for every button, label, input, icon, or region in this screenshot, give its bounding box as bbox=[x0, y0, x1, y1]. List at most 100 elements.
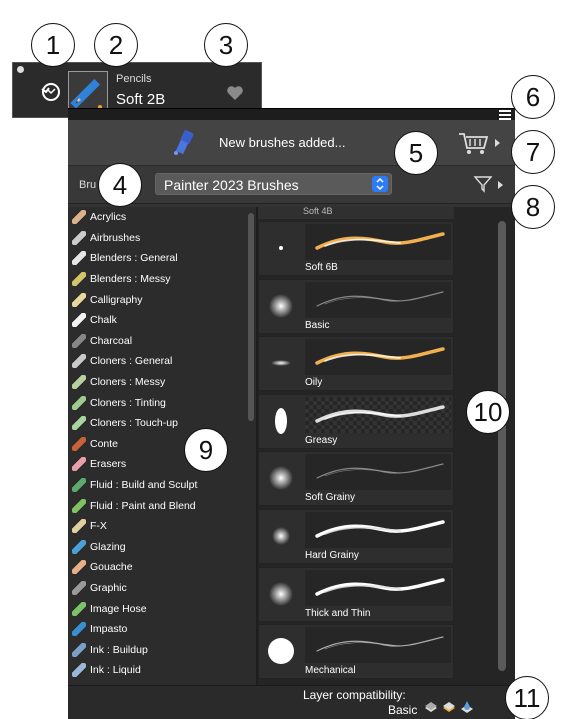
category-item[interactable]: Impasto bbox=[68, 619, 256, 640]
category-item[interactable]: Erasers bbox=[68, 454, 256, 475]
category-label: Ink : Buildup bbox=[90, 643, 148, 656]
category-icon bbox=[72, 642, 86, 657]
heart-icon[interactable] bbox=[225, 83, 245, 103]
variant-item[interactable]: Hard Grainy bbox=[258, 509, 454, 564]
category-label: Image Hose bbox=[90, 602, 147, 615]
layer-compatibility-label: Layer compatibility: bbox=[303, 688, 406, 702]
brush-variant-name: Soft 2B bbox=[116, 91, 166, 108]
variant-item[interactable]: Oily bbox=[258, 336, 454, 392]
category-label: Gouache bbox=[90, 561, 133, 574]
category-label: Cloners : Messy bbox=[90, 376, 166, 389]
category-item[interactable]: Cloners : Tinting bbox=[68, 392, 256, 413]
dab-preview bbox=[279, 246, 283, 250]
category-label: Airbrushes bbox=[90, 231, 141, 244]
cart-arrow-icon[interactable] bbox=[495, 139, 500, 147]
category-icon bbox=[72, 375, 86, 390]
category-label: Cloners : General bbox=[90, 355, 173, 368]
category-icon bbox=[72, 519, 86, 534]
stroke-preview bbox=[305, 569, 451, 606]
variant-name: Basic bbox=[305, 319, 330, 331]
category-item[interactable]: Cloners : Touch-up bbox=[68, 413, 256, 434]
panel-top-bar bbox=[68, 109, 515, 120]
category-item[interactable]: Blenders : Messy bbox=[68, 269, 256, 290]
category-item[interactable]: Glazing bbox=[68, 537, 256, 558]
category-label: Blenders : Messy bbox=[90, 273, 171, 286]
layer-compatibility-footer: Layer compatibility: Basic bbox=[68, 685, 515, 719]
category-item[interactable]: Image Hose bbox=[68, 598, 256, 619]
layer-icon bbox=[425, 702, 437, 712]
variant-name: Greasy bbox=[305, 434, 338, 446]
category-label: Cloners : Touch-up bbox=[90, 417, 178, 430]
library-select-value: Painter 2023 Brushes bbox=[164, 177, 299, 193]
category-icon bbox=[72, 580, 86, 595]
category-item[interactable]: Gouache bbox=[68, 557, 256, 578]
filter-icon[interactable] bbox=[473, 174, 493, 194]
category-label: Impasto bbox=[90, 623, 128, 636]
dab-preview bbox=[268, 638, 294, 665]
category-icon bbox=[72, 663, 86, 678]
category-item[interactable]: Cloners : Messy bbox=[68, 372, 256, 393]
category-item[interactable]: F-X bbox=[68, 516, 256, 537]
filter-arrow-icon[interactable] bbox=[498, 181, 503, 189]
variant-item[interactable]: Greasy bbox=[258, 393, 454, 449]
category-item[interactable]: Ink : Buildup bbox=[68, 639, 256, 660]
callout-6: 6 bbox=[511, 75, 555, 119]
dot-icon bbox=[17, 66, 24, 73]
category-item[interactable]: Cloners : General bbox=[68, 351, 256, 372]
stroke-preview bbox=[305, 396, 451, 433]
variant-scrollbar[interactable] bbox=[498, 221, 506, 671]
variant-name: Soft 4B bbox=[303, 207, 333, 216]
stroke-preview bbox=[305, 454, 451, 491]
category-icon bbox=[72, 498, 86, 513]
brush-thumbnail[interactable] bbox=[68, 71, 108, 111]
category-icon bbox=[72, 622, 86, 637]
layer-compatibility-value: Basic bbox=[388, 703, 418, 717]
category-icon bbox=[72, 272, 86, 287]
category-icon bbox=[72, 601, 86, 616]
variant-item[interactable]: Thick and Thin bbox=[258, 566, 454, 622]
dab-preview bbox=[269, 581, 293, 606]
category-label: Conte bbox=[90, 437, 119, 450]
cart-icon[interactable] bbox=[458, 131, 490, 155]
new-brushes-banner[interactable]: New brushes added... bbox=[68, 120, 515, 166]
variant-item[interactable]: Soft Grainy bbox=[258, 451, 454, 507]
category-item[interactable]: Chalk bbox=[68, 310, 256, 331]
variant-item[interactable]: Mechanical bbox=[258, 624, 454, 680]
category-item[interactable]: Charcoal bbox=[68, 331, 256, 352]
dab-preview bbox=[271, 360, 291, 367]
category-icon bbox=[72, 560, 86, 575]
category-icon bbox=[72, 436, 86, 451]
category-scrollbar[interactable] bbox=[248, 213, 254, 421]
category-icon bbox=[72, 313, 86, 328]
variant-name: Soft 6B bbox=[305, 262, 338, 273]
category-item[interactable]: Fluid : Paint and Blend bbox=[68, 495, 256, 516]
callout-11: 11 bbox=[505, 676, 549, 719]
category-item[interactable]: Blenders : General bbox=[68, 248, 256, 269]
category-icon bbox=[72, 539, 86, 554]
variant-list: Soft 4B Soft 6B Basic Oily Greasy Soft Grain… bbox=[258, 207, 515, 685]
panel-menu-icon[interactable] bbox=[499, 110, 511, 120]
reset-icon[interactable] bbox=[39, 80, 63, 104]
category-icon bbox=[72, 333, 86, 348]
variant-item[interactable]: Soft 6B bbox=[258, 221, 454, 276]
callout-4: 4 bbox=[98, 163, 142, 207]
category-item[interactable]: Airbrushes bbox=[68, 228, 256, 249]
category-item[interactable]: Calligraphy bbox=[68, 289, 256, 310]
variant-item-partial[interactable]: Soft 4B bbox=[258, 207, 454, 219]
stroke-preview bbox=[305, 512, 451, 548]
variant-item[interactable]: Basic bbox=[258, 278, 454, 334]
category-item[interactable]: Graphic bbox=[68, 578, 256, 599]
category-label: Graphic bbox=[90, 581, 127, 594]
paint-brush-icon bbox=[174, 130, 194, 155]
category-item[interactable]: Acrylics bbox=[68, 207, 256, 228]
variant-name: Soft Grainy bbox=[305, 492, 356, 504]
variant-name: Oily bbox=[305, 377, 323, 389]
category-icon bbox=[72, 354, 86, 369]
category-item[interactable]: Ink : Liquid bbox=[68, 660, 256, 681]
category-label: Cloners : Tinting bbox=[90, 396, 166, 409]
callout-5: 5 bbox=[394, 131, 438, 175]
paint-layer-icon bbox=[443, 702, 455, 712]
category-item[interactable]: Fluid : Build and Sculpt bbox=[68, 475, 256, 496]
variant-name: Thick and Thin bbox=[305, 607, 371, 619]
library-select[interactable]: Painter 2023 Brushes bbox=[155, 173, 392, 195]
